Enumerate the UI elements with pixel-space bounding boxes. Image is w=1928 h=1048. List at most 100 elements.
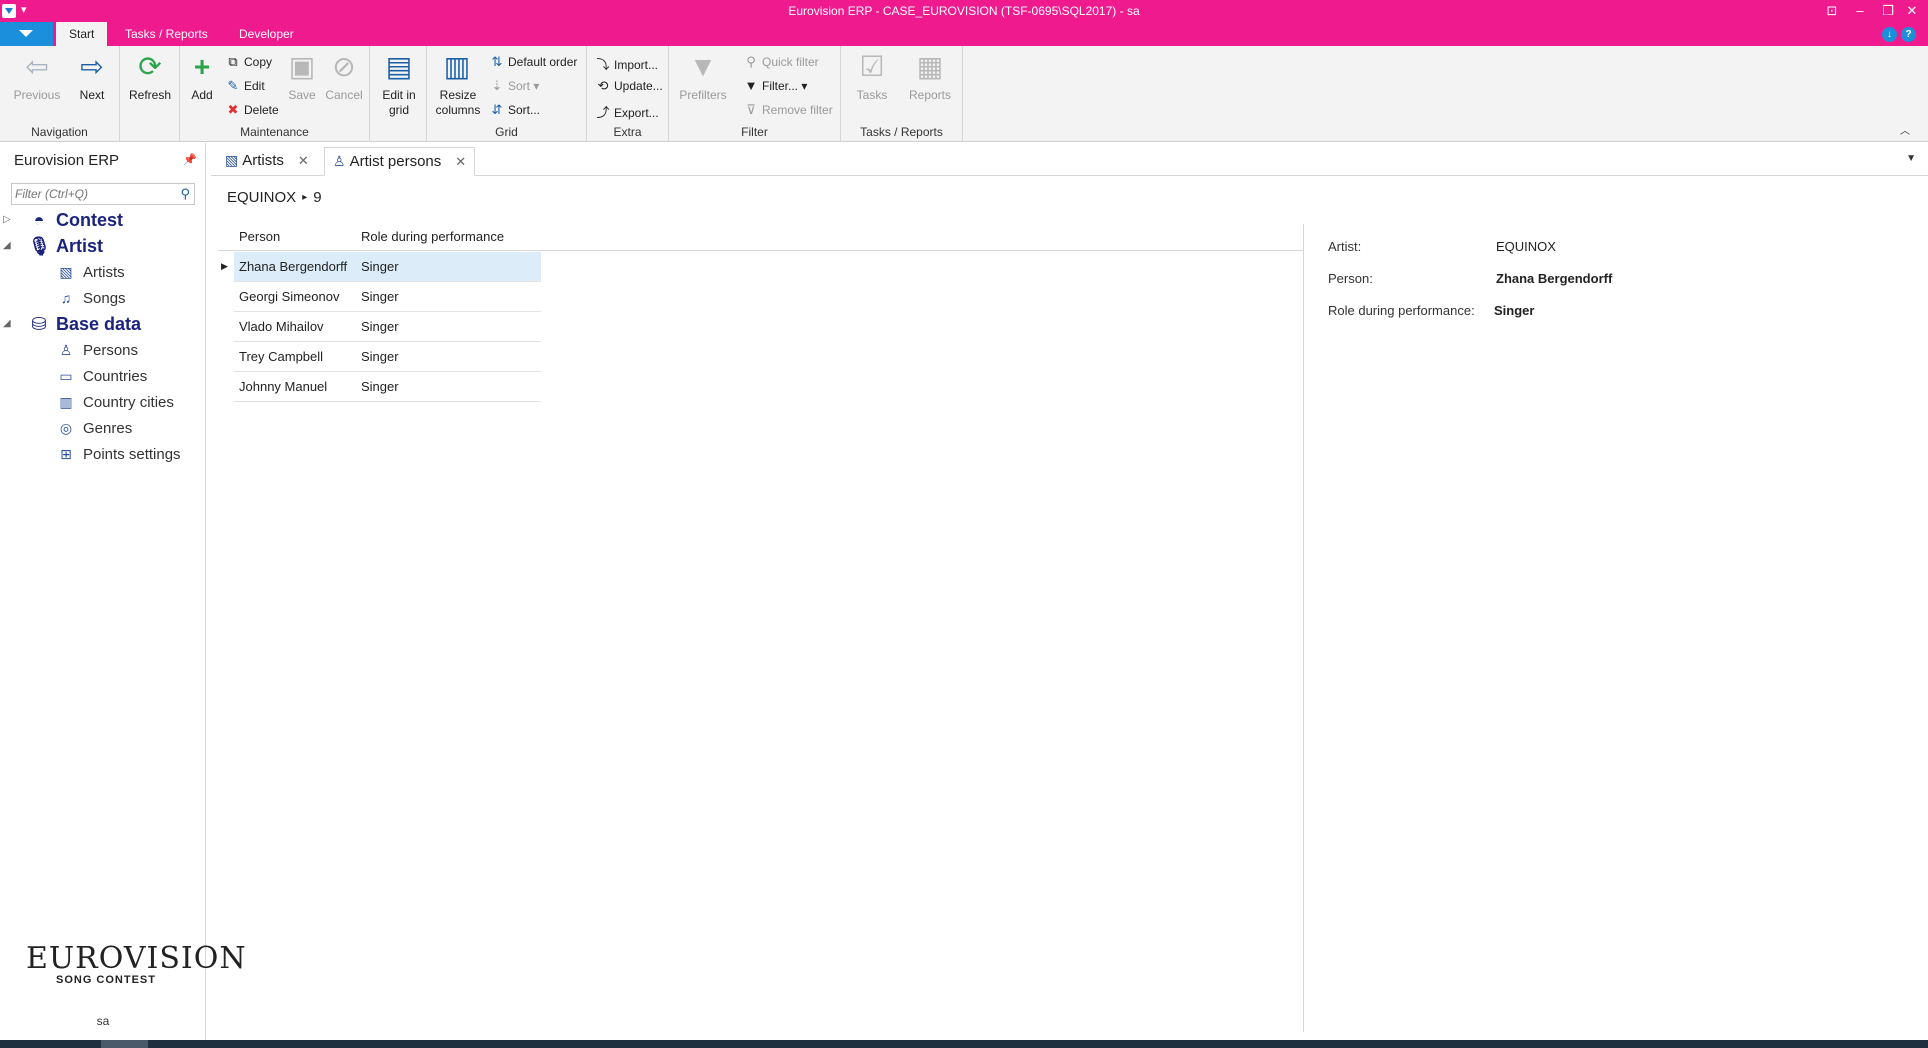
tab-developer[interactable]: Developer <box>226 22 307 46</box>
resize-columns-button[interactable]: ▥ Resize columns <box>433 50 481 118</box>
detail-role: Role during performance: Singer <box>1328 303 1534 318</box>
globe-icon: ◎ <box>59 420 73 436</box>
person-value[interactable]: Zhana Bergendorff <box>1496 271 1612 286</box>
copy-button[interactable]: ⧉ Copy <box>225 54 272 70</box>
quick-filter-button[interactable]: ⚲ Quick filter <box>743 54 818 70</box>
grid-group: ▥ Resize columns ⇅ Default order ⇣ Sort ▾ … <box>427 46 587 142</box>
arrow-left-icon: ⇦ <box>25 51 49 82</box>
breadcrumb-current: 9 <box>313 189 322 206</box>
column-header-role[interactable]: Role during performance <box>361 229 504 244</box>
close-button[interactable]: ✕ <box>1900 2 1924 20</box>
nav-group-contest[interactable]: ▷ ◓ Contest <box>3 210 123 231</box>
nav-title: Eurovision ERP <box>14 152 120 169</box>
artists-icon: ▧ <box>225 152 239 168</box>
previous-button[interactable]: ⇦ Previous <box>12 50 62 102</box>
city-icon: ▥ <box>59 394 73 410</box>
close-tab-icon[interactable]: ✕ <box>298 153 309 168</box>
navigation-group-label: Navigation <box>31 125 88 139</box>
artist-label: Artist: <box>1328 239 1362 254</box>
sort-order-icon: ⇅ <box>491 54 503 69</box>
column-header-person[interactable]: Person <box>239 229 280 244</box>
sort-button[interactable]: ⇣ Sort ▾ <box>489 78 540 94</box>
person-icon: ♙ <box>333 153 346 169</box>
breadcrumb-parent[interactable]: EQUINOX <box>227 189 296 206</box>
download-icon[interactable]: ↓ <box>1882 27 1897 42</box>
nav-item-countries[interactable]: ▭ Countries <box>55 368 147 385</box>
collapse-arrow-icon[interactable]: ◢ <box>3 240 11 251</box>
nav-item-artists[interactable]: ▧ Artists <box>55 264 124 281</box>
role-value[interactable]: Singer <box>1494 303 1534 318</box>
extra-group: ⤵ Import... ⟲ Update... ⤴ Export... Extra <box>587 46 669 142</box>
current-row-indicator-icon: ▶ <box>221 261 228 271</box>
edit-button[interactable]: ✎ Edit <box>225 78 265 94</box>
filter-button[interactable]: ▼ Filter... ▾ <box>743 78 808 93</box>
table-row[interactable]: Vlado Mihailov Singer <box>234 312 541 342</box>
refresh-button[interactable]: ⟳ Refresh <box>126 50 174 102</box>
tab-start[interactable]: Start <box>56 22 108 46</box>
quick-filter-icon: ⚲ <box>746 54 756 69</box>
tasks-reports-group: ☑ Tasks ▦ Reports Tasks / Reports <box>841 46 963 142</box>
doc-tab-artist-persons[interactable]: ♙ Artist persons ✕ <box>324 147 476 176</box>
remove-filter-icon: ⊽ <box>746 102 756 117</box>
reports-button[interactable]: ▦ Reports <box>903 50 957 102</box>
cancel-button[interactable]: ⊘ Cancel <box>323 50 365 102</box>
save-button[interactable]: ▣ Save <box>284 50 320 102</box>
nav-group-base-data[interactable]: ◢ ⛁ Base data <box>3 314 141 335</box>
person-label: Person: <box>1328 271 1373 286</box>
delete-button[interactable]: ✖ Delete <box>225 102 279 118</box>
tasks-button[interactable]: ☑ Tasks <box>849 50 895 102</box>
detail-artist: Artist: EQUINOX <box>1328 239 1556 254</box>
table-row[interactable]: Trey Campbell Singer <box>234 342 541 372</box>
default-order-button[interactable]: ⇅ Default order <box>489 54 578 70</box>
sort-dialog-button[interactable]: ⇵ Sort... <box>489 102 540 118</box>
tab-tasks-reports[interactable]: Tasks / Reports <box>112 22 221 46</box>
refresh-group: ⟳ Refresh <box>120 46 180 142</box>
tabs-dropdown-icon[interactable]: ▼ <box>1906 153 1916 164</box>
role-label: Role during performance: <box>1328 303 1475 318</box>
pin-icon[interactable]: 📌 <box>183 153 197 166</box>
artist-value[interactable]: EQUINOX <box>1496 239 1556 254</box>
table-row[interactable]: Johnny Manuel Singer <box>234 372 541 402</box>
restore-layout-button[interactable]: ⊡ <box>1820 2 1844 20</box>
file-menu-button[interactable] <box>0 22 53 46</box>
status-bar <box>0 1040 1928 1048</box>
refresh-icon: ⟳ <box>138 51 162 82</box>
doc-tab-artists[interactable]: ▧ Artists ✕ <box>217 147 317 176</box>
funnel-star-icon: ▼ <box>689 51 717 82</box>
import-button[interactable]: ⤵ Import... <box>595 54 658 73</box>
table-row[interactable]: Zhana Bergendorff Singer <box>234 252 541 282</box>
nav-search-input[interactable] <box>12 184 172 204</box>
nav-item-songs[interactable]: ♫ Songs <box>55 290 126 307</box>
nav-item-genres[interactable]: ◎ Genres <box>55 420 132 437</box>
prefilters-button[interactable]: ▼ Prefilters <box>675 50 731 102</box>
nav-item-points-settings[interactable]: ⊞ Points settings <box>55 446 180 463</box>
remove-filter-button[interactable]: ⊽ Remove filter <box>743 102 832 118</box>
breadcrumb-separator-icon: ▸ <box>302 192 308 203</box>
minimize-button[interactable]: – <box>1848 2 1872 20</box>
nav-item-persons[interactable]: ♙ Persons <box>55 342 138 359</box>
next-button[interactable]: ⇨ Next <box>70 50 114 102</box>
document-tabs: ▧ Artists ✕ ♙ Artist persons ✕ ▼ <box>211 143 1928 176</box>
collapse-ribbon-icon[interactable]: ︿ <box>1900 122 1910 137</box>
plus-icon: + <box>193 51 211 82</box>
maximize-button[interactable]: ❐ <box>1876 2 1900 20</box>
nav-group-artist[interactable]: ◢ 🎙 Artist <box>3 236 103 257</box>
close-tab-icon[interactable]: ✕ <box>455 154 466 169</box>
search-icon[interactable]: ⚲ <box>180 186 190 202</box>
import-icon: ⤵ <box>596 57 610 72</box>
edit-in-grid-button[interactable]: ▤ Edit in grid <box>375 50 423 118</box>
ribbon: ⇦ Previous ⇨ Next Navigation ⟳ Refresh +… <box>0 46 1928 142</box>
update-icon: ⟲ <box>597 78 609 93</box>
nav-item-country-cities[interactable]: ▥ Country cities <box>55 394 174 411</box>
maintenance-group: + Add ⧉ Copy ✎ Edit ✖ Delete ▣ Save ⊘ Cance… <box>180 46 370 142</box>
expand-arrow-icon[interactable]: ▷ <box>3 214 11 225</box>
status-segment <box>101 1040 148 1048</box>
table-row[interactable]: Georgi Simeonov Singer <box>234 282 541 312</box>
help-icon[interactable]: ? <box>1901 27 1916 42</box>
delete-icon: ✖ <box>227 102 239 117</box>
clipboard-check-icon: ☑ <box>859 51 885 82</box>
collapse-arrow-icon[interactable]: ◢ <box>3 318 11 329</box>
update-button[interactable]: ⟲ Update... <box>595 78 663 94</box>
add-button[interactable]: + Add <box>185 50 219 102</box>
export-button[interactable]: ⤴ Export... <box>595 102 658 121</box>
